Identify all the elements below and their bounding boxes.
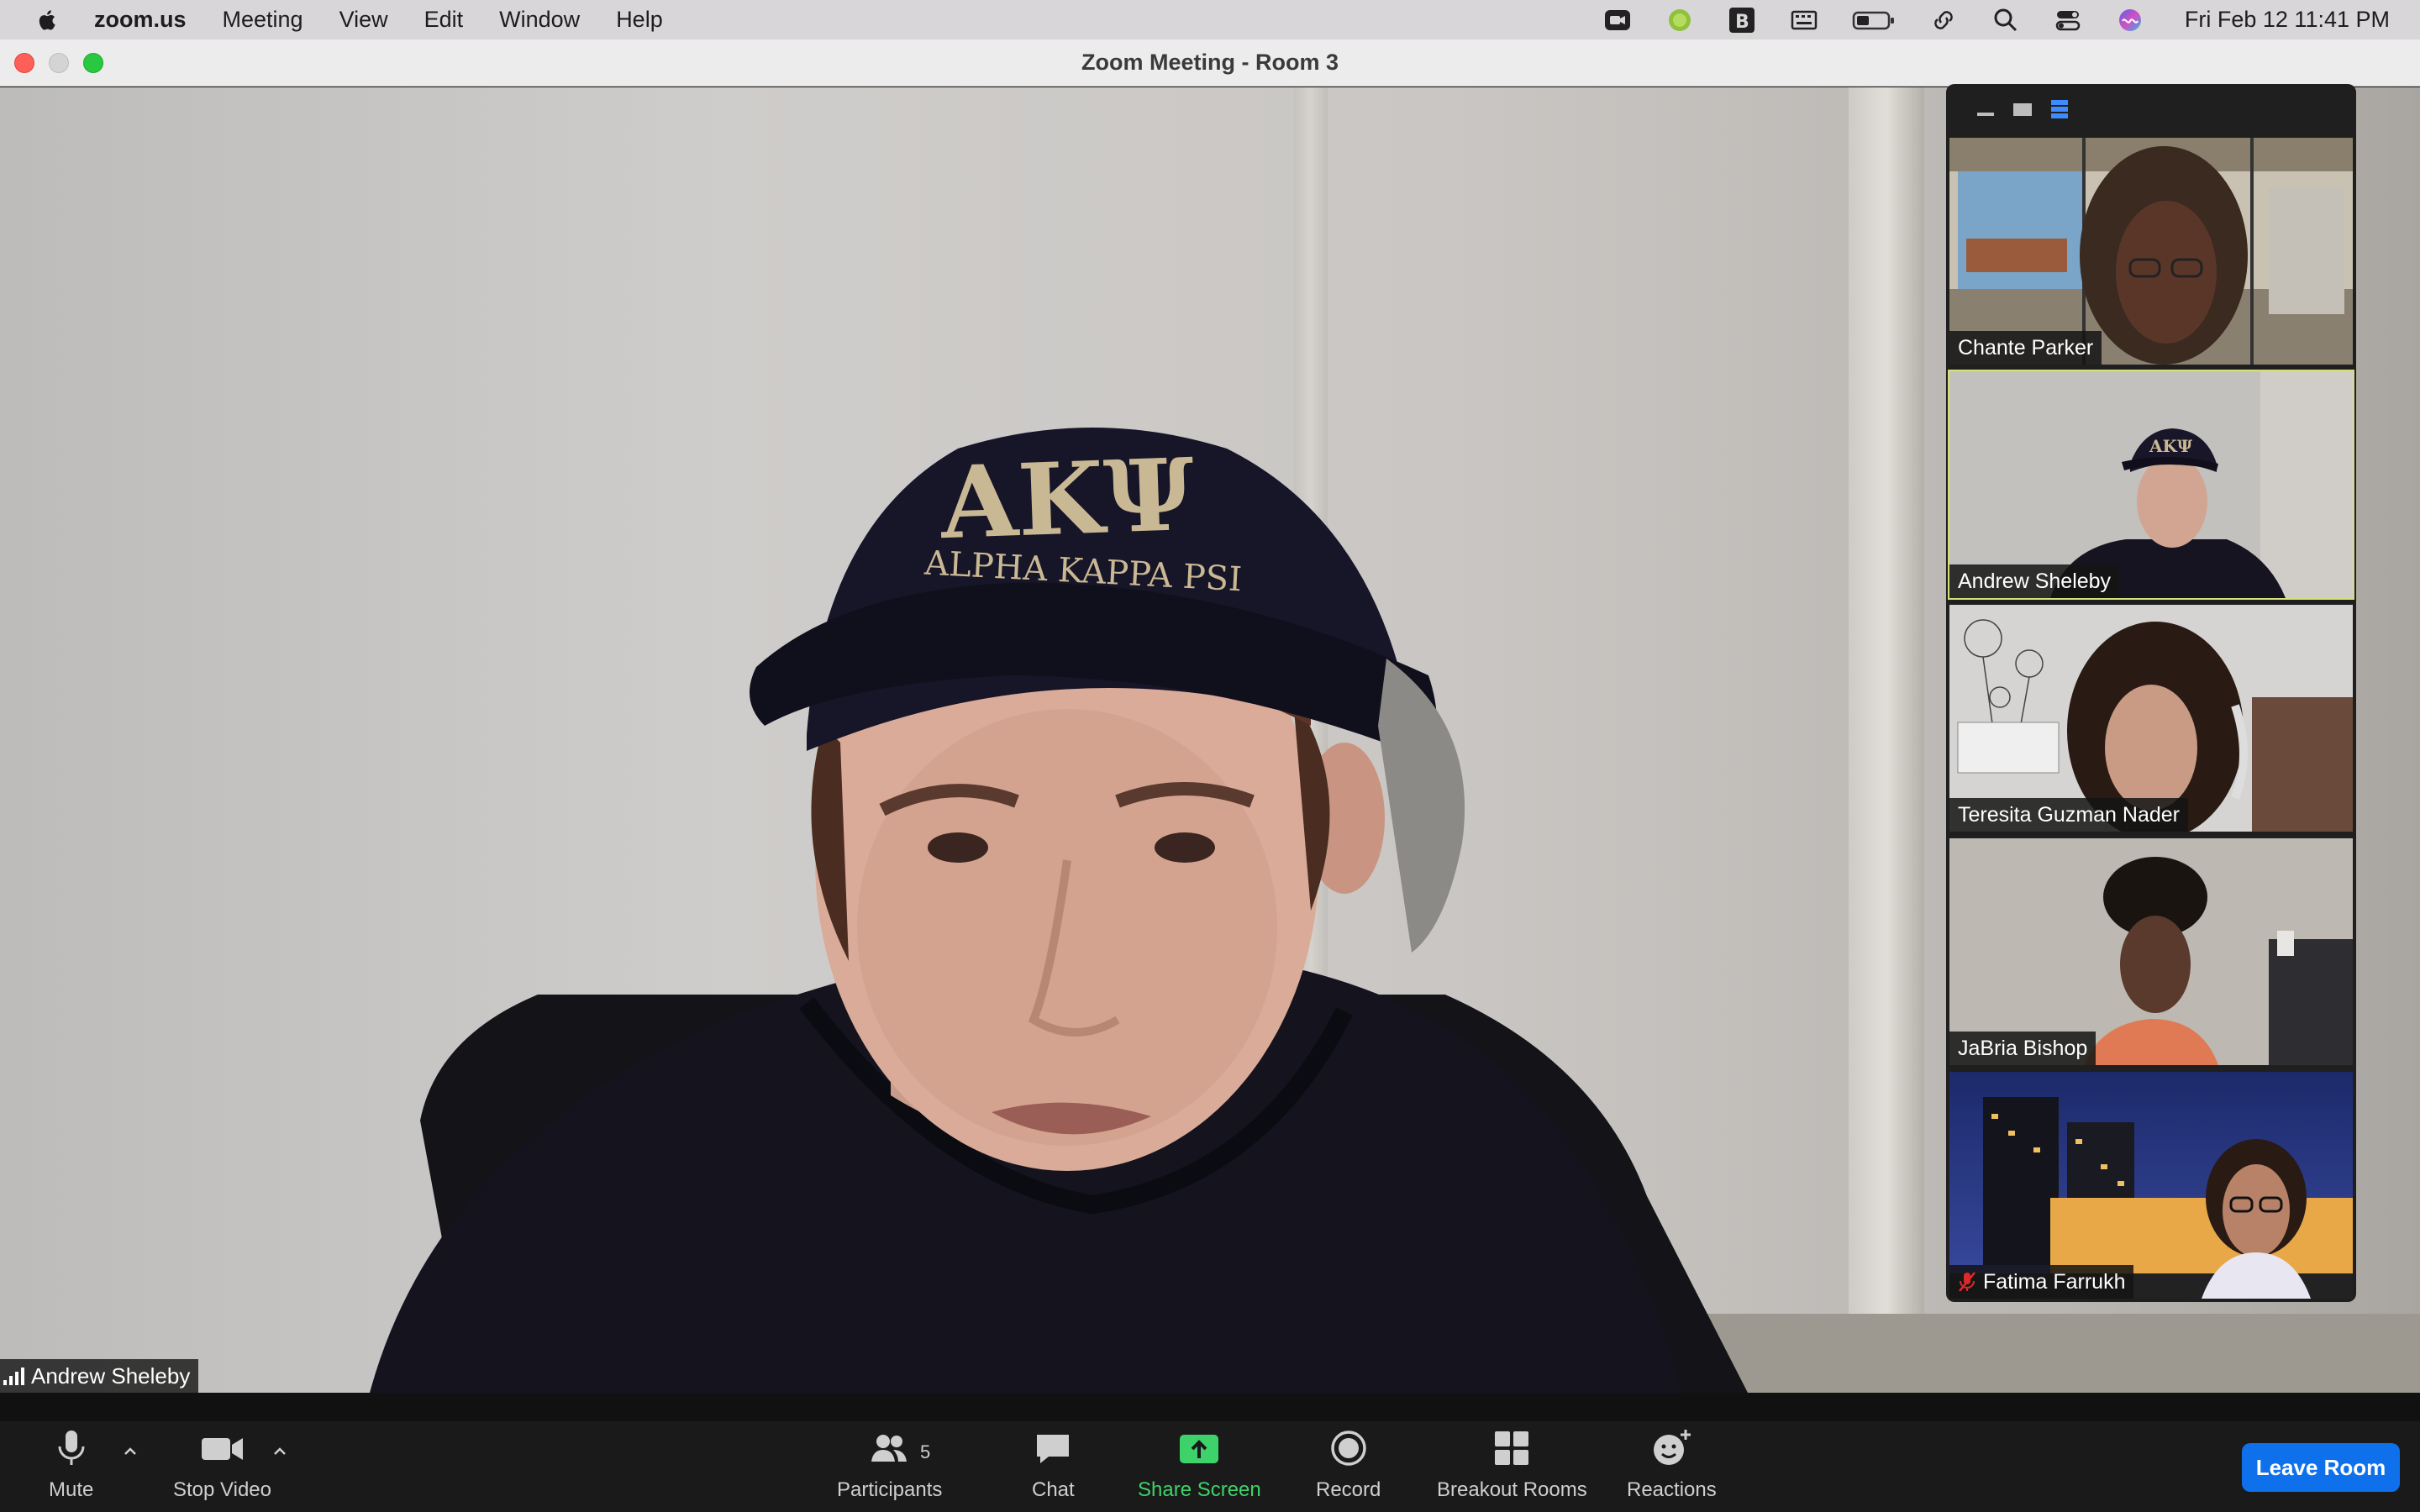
- mute-button[interactable]: Mute: [49, 1428, 93, 1502]
- breakout-rooms-button[interactable]: Breakout Rooms: [1437, 1428, 1587, 1502]
- minimize-window-button[interactable]: [49, 53, 69, 73]
- participants-label: Participants: [837, 1478, 943, 1501]
- participant-name: Teresita Guzman Nader: [1958, 802, 2181, 827]
- gallery-strip-view-icon[interactable]: [2049, 98, 2070, 120]
- participant-name: Fatima Farrukh: [1983, 1269, 2126, 1294]
- leave-room-button[interactable]: Leave Room: [2242, 1443, 2400, 1492]
- close-window-button[interactable]: [14, 53, 34, 73]
- search-icon[interactable]: [1991, 6, 2020, 34]
- menu-meeting[interactable]: Meeting: [223, 7, 303, 33]
- participant-name-label: Chante Parker: [1949, 331, 2102, 365]
- stop-video-label: Stop Video: [173, 1478, 271, 1501]
- participant-video-strip[interactable]: Chante Parker AKΨ Andrew Sheleby Teresit…: [1946, 84, 2356, 1302]
- reactions-button[interactable]: Reactions: [1627, 1428, 1717, 1502]
- macos-menu-bar: zoom.us Meeting View Edit Window Help B: [0, 0, 2420, 39]
- participant-tile[interactable]: Chante Parker: [1949, 138, 2353, 365]
- menu-app-name[interactable]: zoom.us: [94, 7, 187, 33]
- siri-icon[interactable]: [2116, 6, 2144, 34]
- stop-video-button[interactable]: Stop Video: [173, 1428, 271, 1502]
- record-button[interactable]: Record: [1316, 1428, 1381, 1502]
- video-options-caret-icon[interactable]: [272, 1445, 287, 1457]
- control-center-icon[interactable]: [2054, 6, 2082, 34]
- audio-options-caret-icon[interactable]: [123, 1445, 138, 1457]
- svg-text:AKΨ: AKΨ: [938, 436, 1197, 561]
- meeting-toolbar: Mute Stop Video Participants 5 Chat Shar…: [0, 1393, 2420, 1512]
- menubar-clock[interactable]: Fri Feb 12 11:41 PM: [2185, 7, 2390, 33]
- green-dot-icon[interactable]: [1665, 6, 1694, 34]
- menu-window[interactable]: Window: [499, 7, 580, 33]
- battery-icon[interactable]: [1852, 6, 1896, 34]
- bold-b-icon[interactable]: B: [1728, 6, 1756, 34]
- chat-bubble-icon: [1034, 1428, 1072, 1468]
- svg-text:AKΨ: AKΨ: [2149, 436, 2193, 456]
- participant-name-label: Teresita Guzman Nader: [1949, 798, 2189, 832]
- speaker-name-label: Andrew Sheleby: [0, 1359, 199, 1393]
- window-title-bar[interactable]: Zoom Meeting - Room 3: [0, 39, 2420, 87]
- chat-button[interactable]: Chat: [1032, 1428, 1075, 1502]
- participant-tile-active-speaker[interactable]: AKΨ Andrew Sheleby: [1948, 370, 2354, 600]
- participant-name: JaBria Bishop: [1958, 1036, 2088, 1060]
- menu-edit[interactable]: Edit: [424, 7, 464, 33]
- connection-signal-icon: [3, 1367, 24, 1385]
- share-screen-label: Share Screen: [1138, 1478, 1261, 1501]
- participant-name-label: Fatima Farrukh: [1949, 1265, 2134, 1299]
- participant-tile[interactable]: Fatima Farrukh: [1949, 1072, 2353, 1299]
- zoom-camera-icon[interactable]: [1603, 6, 1632, 34]
- share-screen-arrow-icon: [1178, 1428, 1220, 1468]
- active-speaker-view-icon[interactable]: [2012, 98, 2033, 120]
- minimize-strip-icon[interactable]: [1975, 98, 1996, 120]
- breakout-rooms-grid-icon: [1492, 1428, 1531, 1468]
- menu-help[interactable]: Help: [616, 7, 663, 33]
- apple-icon[interactable]: [35, 8, 60, 33]
- participant-name-label: Andrew Sheleby: [1949, 564, 2120, 598]
- link-icon[interactable]: [1929, 6, 1958, 34]
- strip-view-controls: [1946, 84, 2356, 134]
- speaker-name: Andrew Sheleby: [31, 1362, 191, 1389]
- smiley-plus-icon: [1650, 1428, 1692, 1468]
- breakout-rooms-label: Breakout Rooms: [1437, 1478, 1587, 1501]
- video-camera-icon: [200, 1428, 245, 1468]
- participant-tile[interactable]: JaBria Bishop: [1949, 838, 2353, 1065]
- participant-tile[interactable]: Teresita Guzman Nader: [1949, 605, 2353, 832]
- microphone-icon: [55, 1428, 88, 1468]
- svg-text:B: B: [1735, 12, 1749, 33]
- share-screen-button[interactable]: Share Screen: [1138, 1428, 1261, 1502]
- reactions-label: Reactions: [1627, 1478, 1717, 1501]
- mute-label: Mute: [49, 1478, 94, 1501]
- fullscreen-window-button[interactable]: [83, 53, 103, 73]
- record-icon: [1328, 1428, 1369, 1468]
- participant-name: Andrew Sheleby: [1958, 569, 2112, 593]
- participant-name: Chante Parker: [1958, 335, 2094, 360]
- record-label: Record: [1316, 1478, 1381, 1501]
- muted-microphone-icon: [1959, 1272, 1975, 1292]
- participants-count-badge: 5: [920, 1441, 931, 1462]
- chat-label: Chat: [1032, 1478, 1075, 1501]
- participants-icon: [868, 1428, 912, 1468]
- participants-button[interactable]: Participants: [837, 1428, 942, 1502]
- window-title: Zoom Meeting - Room 3: [1081, 50, 1339, 75]
- keyboard-icon[interactable]: [1790, 6, 1818, 34]
- menu-view[interactable]: View: [339, 7, 388, 33]
- participant-name-label: JaBria Bishop: [1949, 1032, 2096, 1065]
- window-controls: [14, 53, 103, 73]
- toolbar-separator: [0, 1393, 2420, 1421]
